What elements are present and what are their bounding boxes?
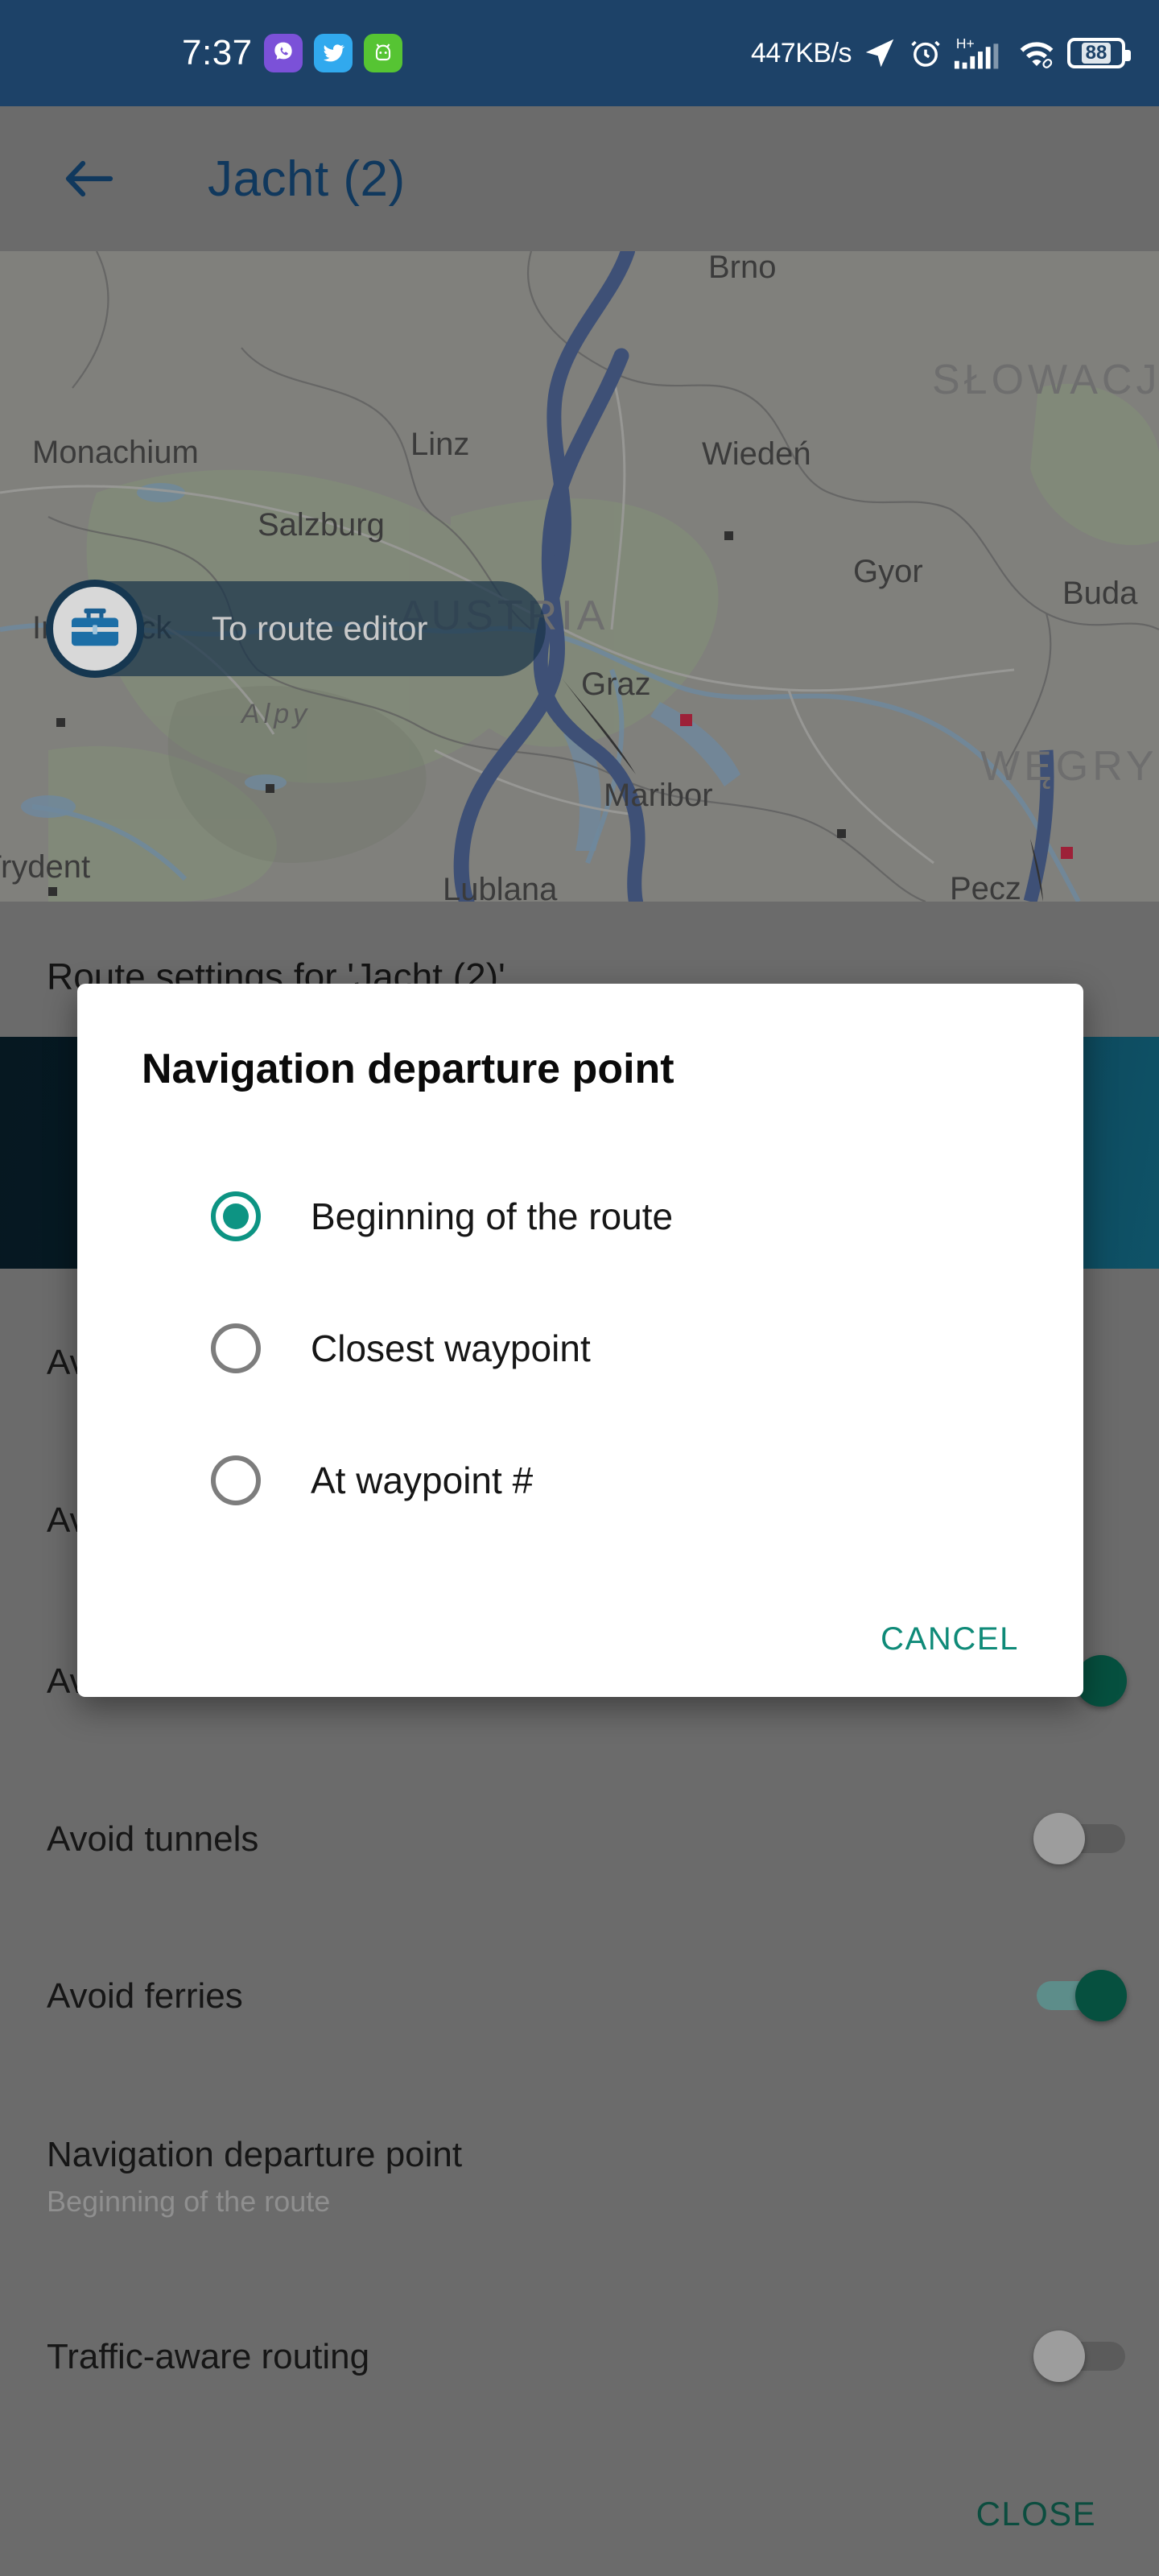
map-label: Lublana (443, 872, 558, 902)
map-label: Alpy (241, 699, 311, 729)
dialog-option-label: At waypoint # (311, 1459, 534, 1501)
settings-row-label: Traffic-aware routing (47, 2337, 370, 2376)
dialog-option-1[interactable]: Beginning of the route (77, 1167, 1083, 1265)
map-label: Linz (410, 427, 470, 462)
map-label: SŁOWACJA (932, 357, 1159, 403)
map-label: Buda (1062, 576, 1138, 611)
settings-row-toggle[interactable] (1033, 2326, 1132, 2385)
map-marker (266, 784, 274, 793)
cancel-button[interactable]: CANCEL (866, 1610, 1033, 1669)
map-label: Brno (708, 251, 777, 285)
settings-row-toggle[interactable] (1033, 1808, 1132, 1868)
map-dim-overlay (0, 251, 1159, 902)
map-label: Graz (581, 667, 651, 702)
settings-row-label: Avoid tunnels (47, 1819, 259, 1859)
settings-row-label: Navigation departure point (47, 2135, 463, 2174)
toggle-knob (1033, 2330, 1085, 2382)
alarm-clock-icon (908, 35, 943, 71)
dialog-option-label: Beginning of the route (311, 1195, 674, 1237)
map-marker-route (1061, 847, 1073, 859)
location-arrow-icon (861, 35, 898, 72)
map-label: Pecz (950, 871, 1021, 902)
map-view[interactable]: MonachiumSalzburgInnsbruckTrydentLinzBrn… (0, 251, 1159, 902)
dialog-title: Navigation departure point (142, 1046, 674, 1092)
settings-row[interactable]: Traffic-aware routing (0, 2330, 1159, 2409)
battery-icon: 88 (1067, 38, 1131, 68)
map-marker (837, 829, 846, 838)
svg-text:H+: H+ (956, 35, 975, 52)
toolbox-icon (46, 580, 144, 678)
map-label: WĘGRY (980, 743, 1158, 790)
battery-level-label: 88 (1081, 43, 1112, 64)
twitter-icon (313, 34, 353, 72)
navigation-departure-point-dialog: Navigation departure point Beginning of … (77, 984, 1083, 1697)
status-bar-clock: 7:37 (182, 33, 253, 72)
radio-unselected-icon[interactable] (211, 1323, 261, 1373)
map-label: Monachium (32, 435, 199, 470)
radio-selected-icon[interactable] (211, 1191, 261, 1241)
settings-row[interactable]: Navigation departure point Beginning of t… (0, 2135, 1159, 2231)
map-marker-route (680, 714, 692, 726)
toggle-knob (1033, 1813, 1085, 1864)
dialog-option-2[interactable]: Closest waypoint (77, 1299, 1083, 1397)
route-editor-label: To route editor (212, 609, 428, 647)
dialog-option-3[interactable]: At waypoint # (77, 1431, 1083, 1530)
map-label: Gyor (853, 554, 923, 589)
status-bar: 7:37 447KB/s H+ 88 (0, 0, 1159, 106)
settings-row[interactable]: Avoid tunnels (0, 1813, 1159, 1892)
toggle-knob (1075, 1970, 1127, 2021)
green-app-icon (363, 34, 402, 72)
map-label: Salzburg (258, 507, 385, 543)
map-marker (48, 887, 57, 896)
close-button[interactable]: CLOSE (962, 2483, 1111, 2545)
viber-icon (263, 34, 303, 72)
status-bar-left: 7:37 (182, 33, 402, 73)
settings-row[interactable]: Avoid ferries (0, 1970, 1159, 2049)
map-label: Trydent (0, 849, 91, 885)
settings-row-subtitle: Beginning of the route (47, 2185, 331, 2218)
cellular-signal-icon: H+ (953, 34, 1006, 72)
map-marker (724, 531, 733, 540)
settings-row-label: Avoid ferries (47, 1976, 243, 2016)
wifi-icon (1016, 35, 1058, 71)
settings-row-toggle[interactable] (1033, 1965, 1132, 2025)
back-button[interactable] (53, 142, 126, 215)
network-speed-label: 447KB/s (750, 37, 852, 68)
app-bar: Jacht (2) (0, 106, 1159, 251)
radio-unselected-icon[interactable] (211, 1455, 261, 1505)
map-label: Maribor (604, 778, 713, 813)
route-editor-button[interactable]: To route editor (46, 580, 546, 678)
page-title: Jacht (2) (208, 151, 406, 207)
map-label: Wiedeń (702, 436, 811, 472)
dialog-option-label: Closest waypoint (311, 1327, 591, 1369)
status-bar-right: 447KB/s H+ 88 (750, 34, 1131, 72)
map-marker (56, 718, 65, 727)
